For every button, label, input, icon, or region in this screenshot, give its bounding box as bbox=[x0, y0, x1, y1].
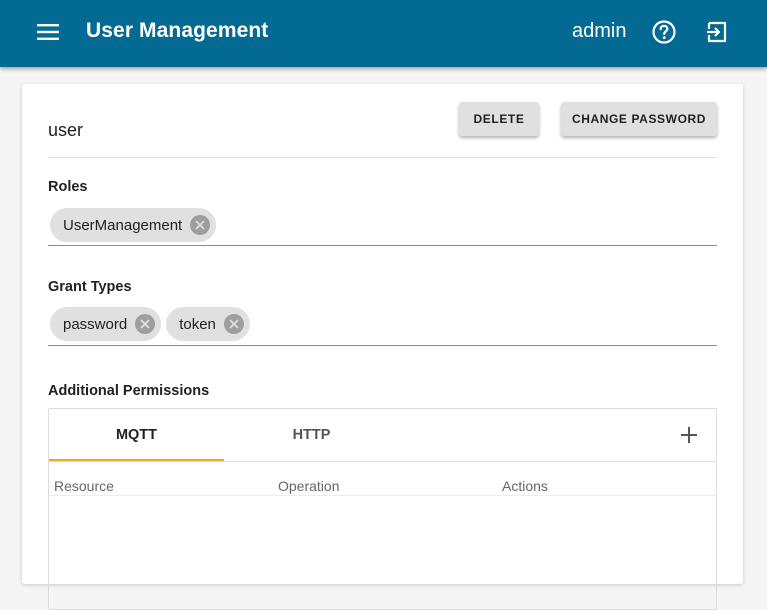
chip-label: UserManagement bbox=[63, 216, 183, 234]
tab-mqtt[interactable]: MQTT bbox=[49, 409, 224, 461]
role-chip: UserManagement bbox=[50, 208, 217, 242]
remove-chip-icon[interactable] bbox=[223, 314, 244, 334]
remove-chip-icon[interactable] bbox=[135, 314, 156, 334]
delete-button[interactable]: DELETE bbox=[459, 102, 539, 136]
chip-label: password bbox=[63, 315, 128, 333]
change-password-button[interactable]: CHANGE PASSWORD bbox=[561, 102, 717, 136]
additional-permissions-label: Additional Permissions bbox=[48, 383, 210, 399]
permissions-panel: MQTT HTTP Resource Operation Actions bbox=[48, 408, 717, 610]
column-header-actions: Actions bbox=[502, 478, 548, 494]
user-name-heading: user bbox=[48, 120, 84, 140]
grant-types-field-underline[interactable] bbox=[48, 345, 717, 346]
current-username: admin bbox=[572, 20, 627, 42]
tabs-divider bbox=[49, 461, 716, 462]
tab-http[interactable]: HTTP bbox=[224, 409, 399, 461]
app-title: User Management bbox=[86, 19, 269, 42]
help-icon[interactable] bbox=[650, 18, 678, 46]
remove-chip-icon[interactable] bbox=[190, 215, 211, 235]
header-divider bbox=[48, 157, 717, 158]
grant-type-chip: password bbox=[50, 307, 162, 341]
logout-icon[interactable] bbox=[703, 18, 731, 46]
table-header-divider bbox=[49, 495, 716, 496]
user-detail-card: user DELETE CHANGE PASSWORD Roles UserMa… bbox=[22, 84, 743, 610]
roles-label: Roles bbox=[48, 179, 88, 195]
menu-icon[interactable] bbox=[34, 18, 62, 46]
grant-type-chip: token bbox=[166, 307, 250, 341]
roles-field-underline[interactable] bbox=[48, 245, 717, 246]
roles-chip-list: UserManagement bbox=[50, 208, 217, 242]
grant-types-chip-list: password token bbox=[50, 307, 250, 341]
chip-label: token bbox=[179, 315, 216, 333]
grant-types-label: Grant Types bbox=[48, 279, 132, 295]
app-bar: User Management admin bbox=[0, 0, 767, 67]
column-header-resource: Resource bbox=[54, 478, 114, 494]
column-header-operation: Operation bbox=[278, 478, 340, 494]
add-permission-icon[interactable] bbox=[676, 422, 702, 448]
